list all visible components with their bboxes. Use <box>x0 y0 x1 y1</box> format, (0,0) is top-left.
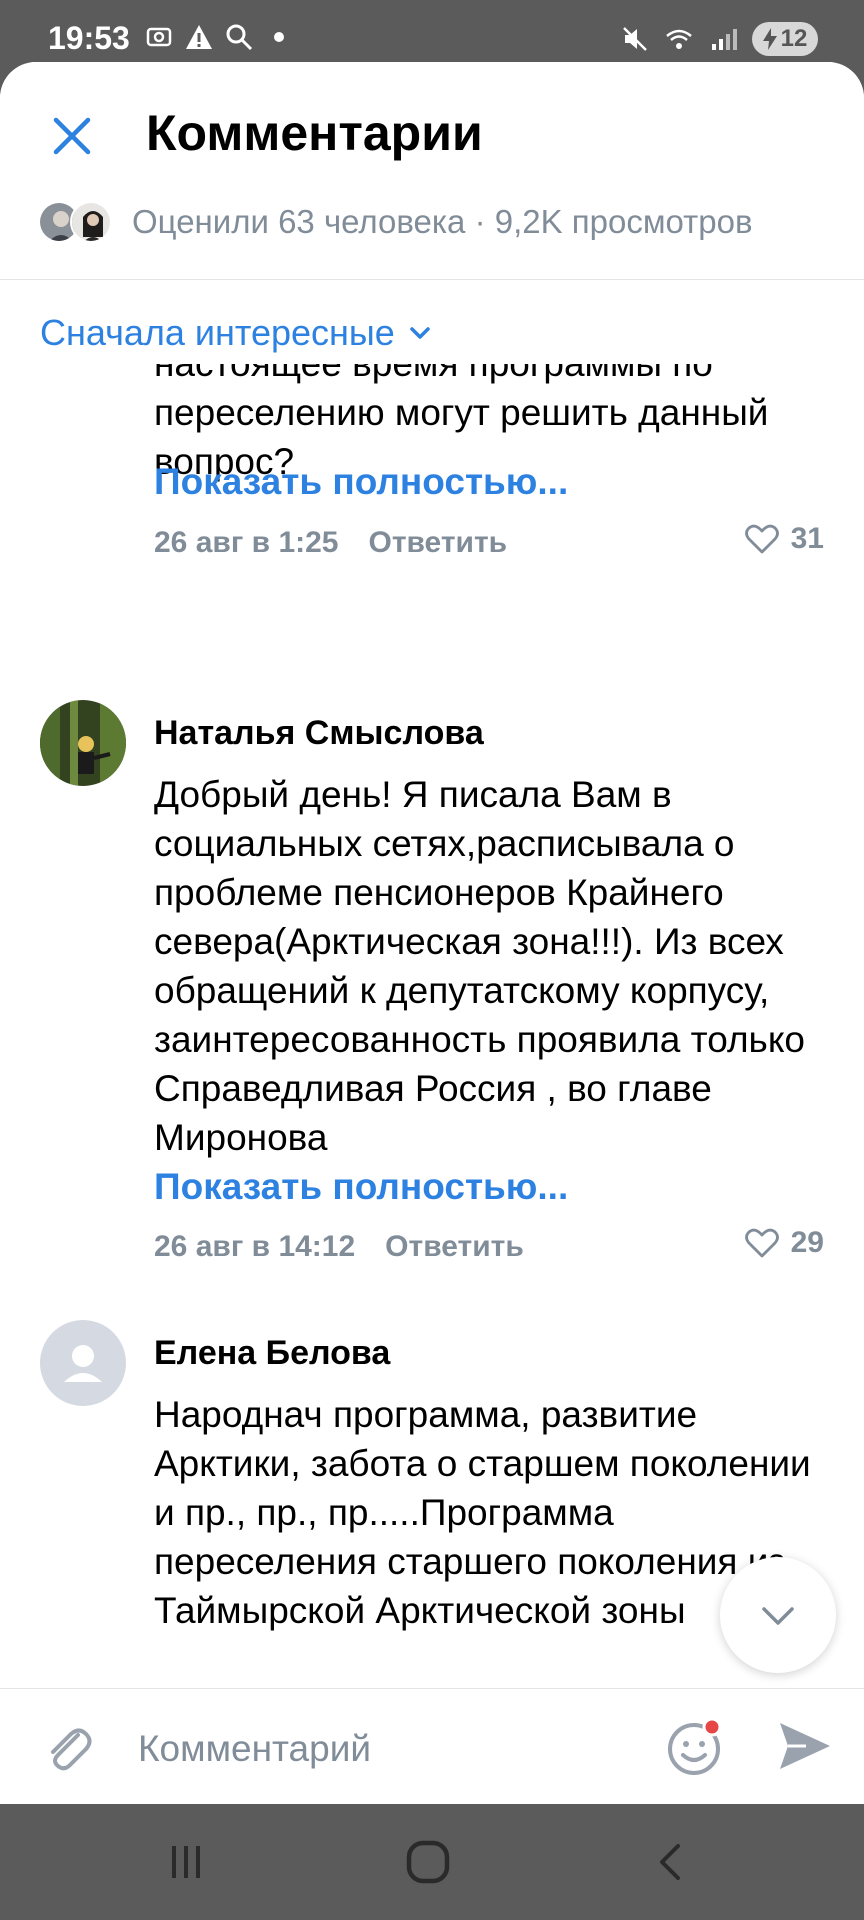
send-icon <box>780 1723 830 1769</box>
avatar[interactable] <box>40 1320 126 1406</box>
sort-dropdown[interactable]: Сначала интересные <box>40 302 840 364</box>
heart-icon <box>744 1228 779 1258</box>
liked-avatars <box>38 201 114 243</box>
navigation-bar <box>0 1804 864 1920</box>
header: Комментарии Оценили 63 человека · 9,2K п… <box>0 62 864 280</box>
comment-author[interactable]: Елена Белова <box>154 1334 390 1373</box>
show-more-link[interactable]: Показать полностью... <box>154 461 568 503</box>
dot-icon <box>274 32 284 42</box>
comment-date: 26 авг в 14:12 <box>154 1230 356 1263</box>
comments-list: Серьезно думаете, что работающие в насто… <box>0 364 864 1750</box>
status-time: 19:53 <box>48 20 130 56</box>
likes-views-text: Оценили 63 человека · 9,2K просмотров <box>132 203 753 240</box>
default-user-icon <box>64 1345 102 1382</box>
avatar[interactable] <box>40 700 126 786</box>
comment-text: Добрый день! Я писала Вам в социальных с… <box>154 774 806 1158</box>
sort-label: Сначала интересные <box>40 312 395 353</box>
screenshot-icon <box>146 27 172 47</box>
chevron-down-icon <box>762 1607 794 1625</box>
reply-button[interactable]: Ответить <box>368 526 507 560</box>
status-icons-left <box>144 22 294 52</box>
heart-icon <box>744 524 779 554</box>
search-icon <box>226 24 253 51</box>
home-button[interactable] <box>398 1834 458 1890</box>
like-button[interactable]: 31 <box>744 522 824 556</box>
comment-item: Наталья Смыслова Добрый день! Я писала В… <box>0 700 864 1300</box>
chevron-down-icon <box>410 327 430 339</box>
emoji-button[interactable] <box>664 1715 728 1779</box>
reply-button[interactable]: Ответить <box>385 1230 524 1264</box>
like-button[interactable]: 29 <box>744 1226 824 1260</box>
signal-icon <box>712 29 737 50</box>
comment-item: Елена Белова Народнач программа, развити… <box>0 1320 864 1750</box>
mute-icon <box>623 27 647 51</box>
home-icon <box>406 1840 450 1884</box>
show-more-link[interactable]: Показать полностью... <box>154 1166 568 1208</box>
recent-apps-icon <box>172 1846 200 1878</box>
comment-composer <box>0 1688 864 1804</box>
send-button[interactable] <box>776 1717 834 1775</box>
avatar <box>70 201 112 243</box>
status-icons-right: 12 <box>620 22 818 56</box>
like-count: 31 <box>790 522 824 555</box>
smile-icon <box>668 1717 722 1775</box>
page-title: Комментарии <box>146 105 483 161</box>
recent-apps-button[interactable] <box>156 1834 216 1890</box>
comment-date: 26 авг в 1:25 <box>154 526 339 559</box>
back-button[interactable] <box>640 1834 700 1890</box>
notification-dot <box>702 1717 722 1737</box>
wifi-icon <box>666 29 692 49</box>
battery-level: 12 <box>780 25 808 52</box>
likes-summary[interactable]: Оценили 63 человека · 9,2K просмотров <box>38 200 753 244</box>
comment-meta: 26 авг в 1:25 Ответить <box>154 526 507 560</box>
close-button[interactable] <box>42 106 102 166</box>
comment-author[interactable]: Наталья Смыслова <box>154 714 484 753</box>
close-icon <box>53 117 91 155</box>
paperclip-icon <box>51 1728 92 1771</box>
comment-input[interactable] <box>138 1719 618 1779</box>
back-icon <box>660 1844 680 1880</box>
warning-icon <box>186 25 212 49</box>
comment-meta: 26 авг в 14:12 Ответить <box>154 1230 524 1264</box>
comment-item: Серьезно думаете, что работающие в насто… <box>0 364 864 630</box>
attach-button[interactable] <box>38 1719 98 1779</box>
battery-indicator: 12 <box>752 22 818 56</box>
like-count: 29 <box>790 1226 824 1259</box>
comments-sheet: Комментарии Оценили 63 человека · 9,2K п… <box>0 62 864 1804</box>
scroll-down-button[interactable] <box>720 1557 836 1673</box>
charging-icon <box>762 28 777 50</box>
